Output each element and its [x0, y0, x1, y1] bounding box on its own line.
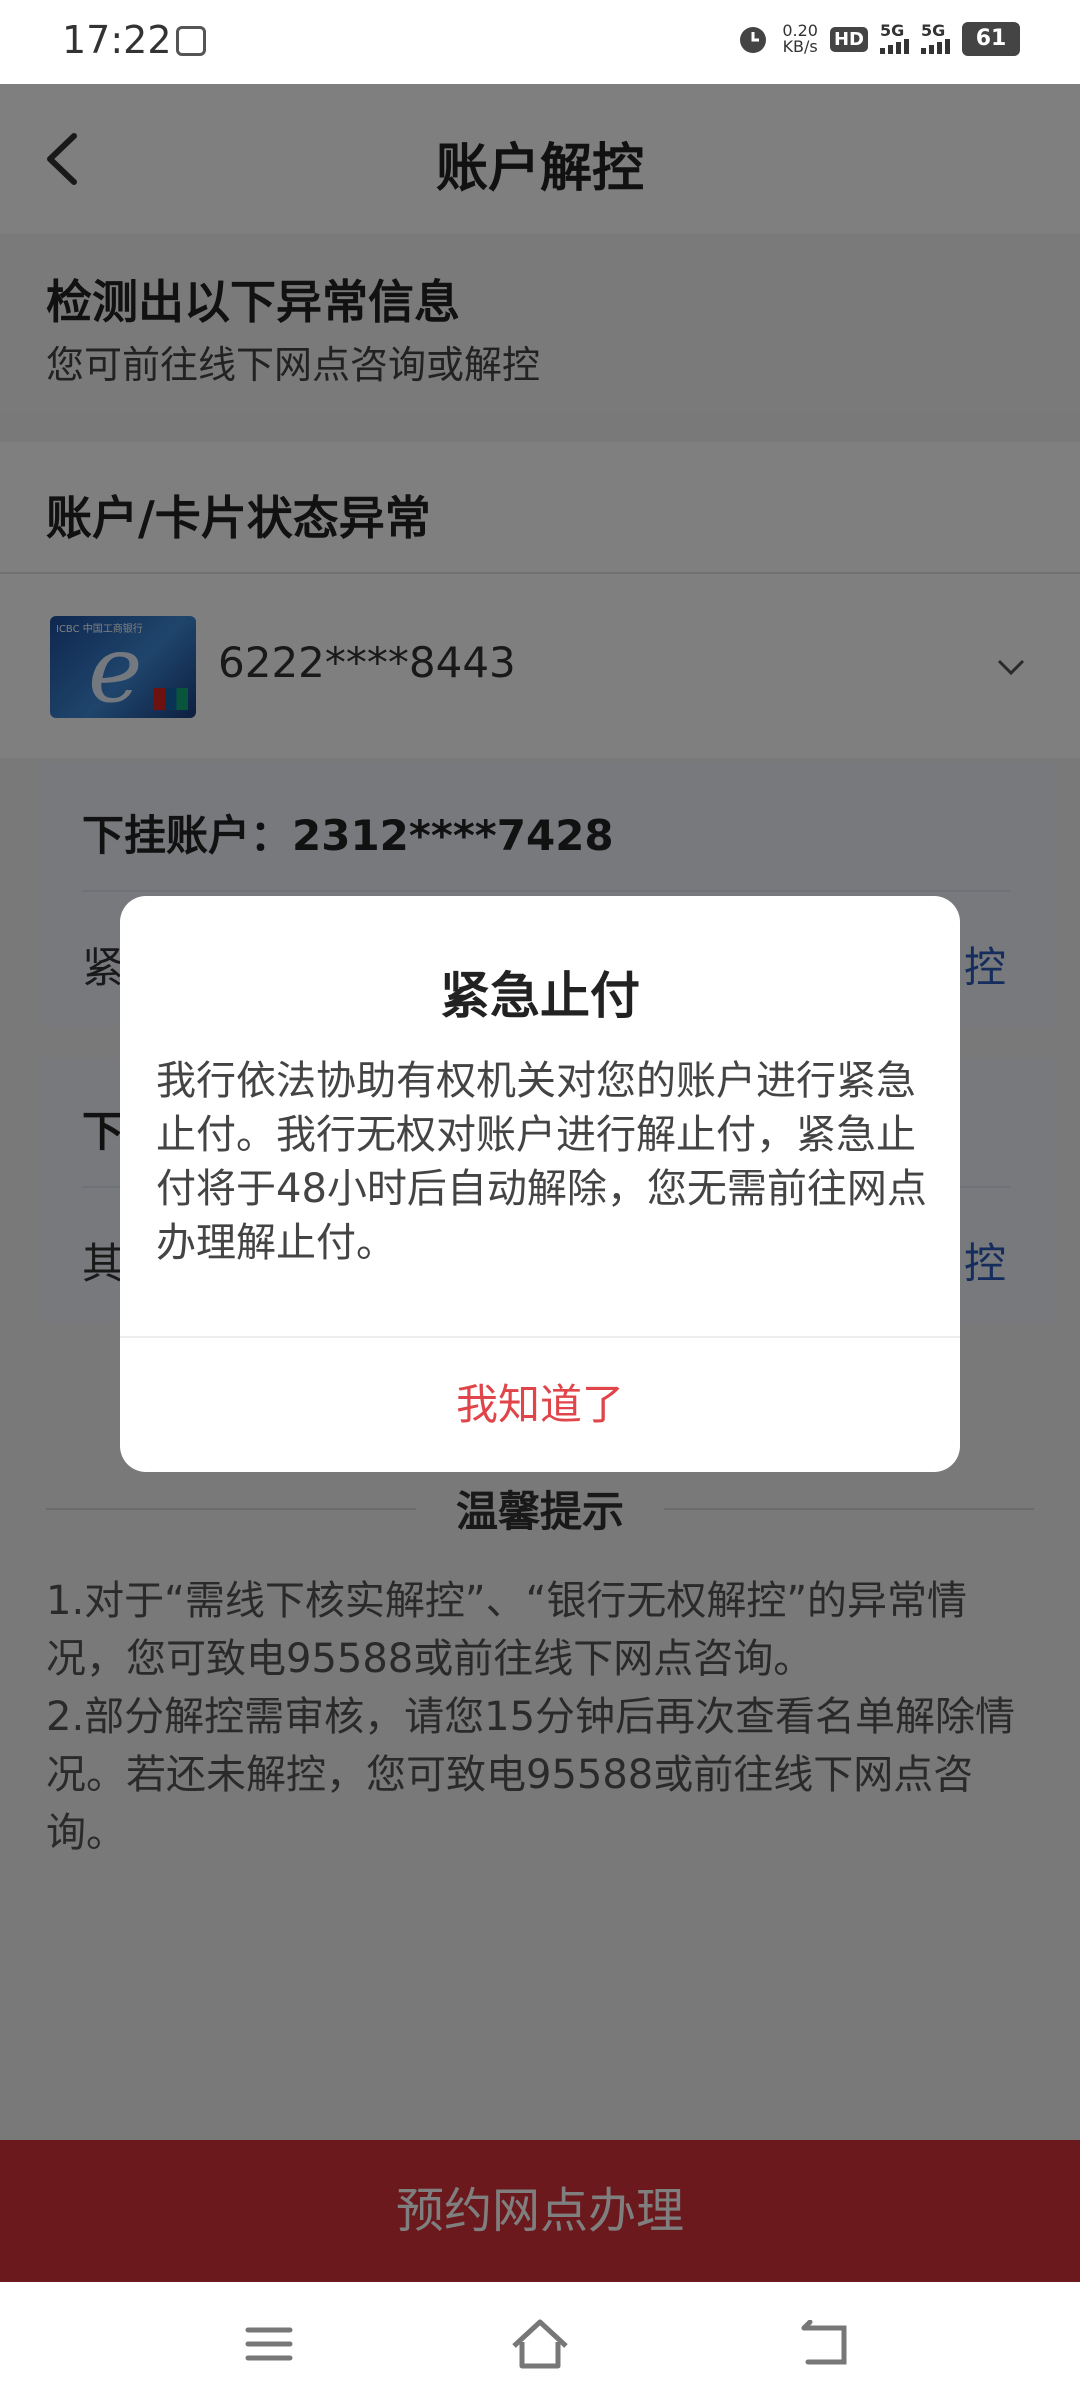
dialog-body: 我行依法协助有权机关对您的账户进行紧急止付。我行无权对账户进行解止付，紧急止付将… — [156, 1058, 927, 1266]
back-nav-icon[interactable] — [796, 2320, 852, 2368]
signal-1: 5G — [880, 23, 909, 54]
dialog-title: 紧急止付 — [440, 967, 640, 1025]
menu-icon[interactable] — [244, 2324, 294, 2364]
emergency-stop-dialog: 紧急止付 我行依法协助有权机关对您的账户进行紧急止付。我行无权对账户进行解止付，… — [120, 896, 960, 1472]
battery-icon: 61 — [962, 22, 1020, 56]
i-know-button[interactable]: 我知道了 — [120, 1338, 960, 1472]
alarm-icon — [740, 27, 767, 53]
status-time: 17:22 — [62, 18, 172, 62]
status-bar: 17:22 0.20 KB/s HD 5G 5G 61 — [0, 0, 1080, 84]
hd-icon: HD — [829, 26, 868, 52]
system-nav-bar — [0, 2282, 1080, 2408]
signal-bars-icon — [921, 38, 950, 54]
net-speed: 0.20 KB/s — [782, 21, 818, 56]
signal-bars-icon — [880, 38, 909, 54]
notification-icon — [176, 26, 206, 56]
status-icons: 0.20 KB/s HD 5G 5G 61 — [736, 22, 1020, 56]
signal-2: 5G — [921, 23, 950, 54]
home-icon[interactable] — [508, 2316, 572, 2372]
